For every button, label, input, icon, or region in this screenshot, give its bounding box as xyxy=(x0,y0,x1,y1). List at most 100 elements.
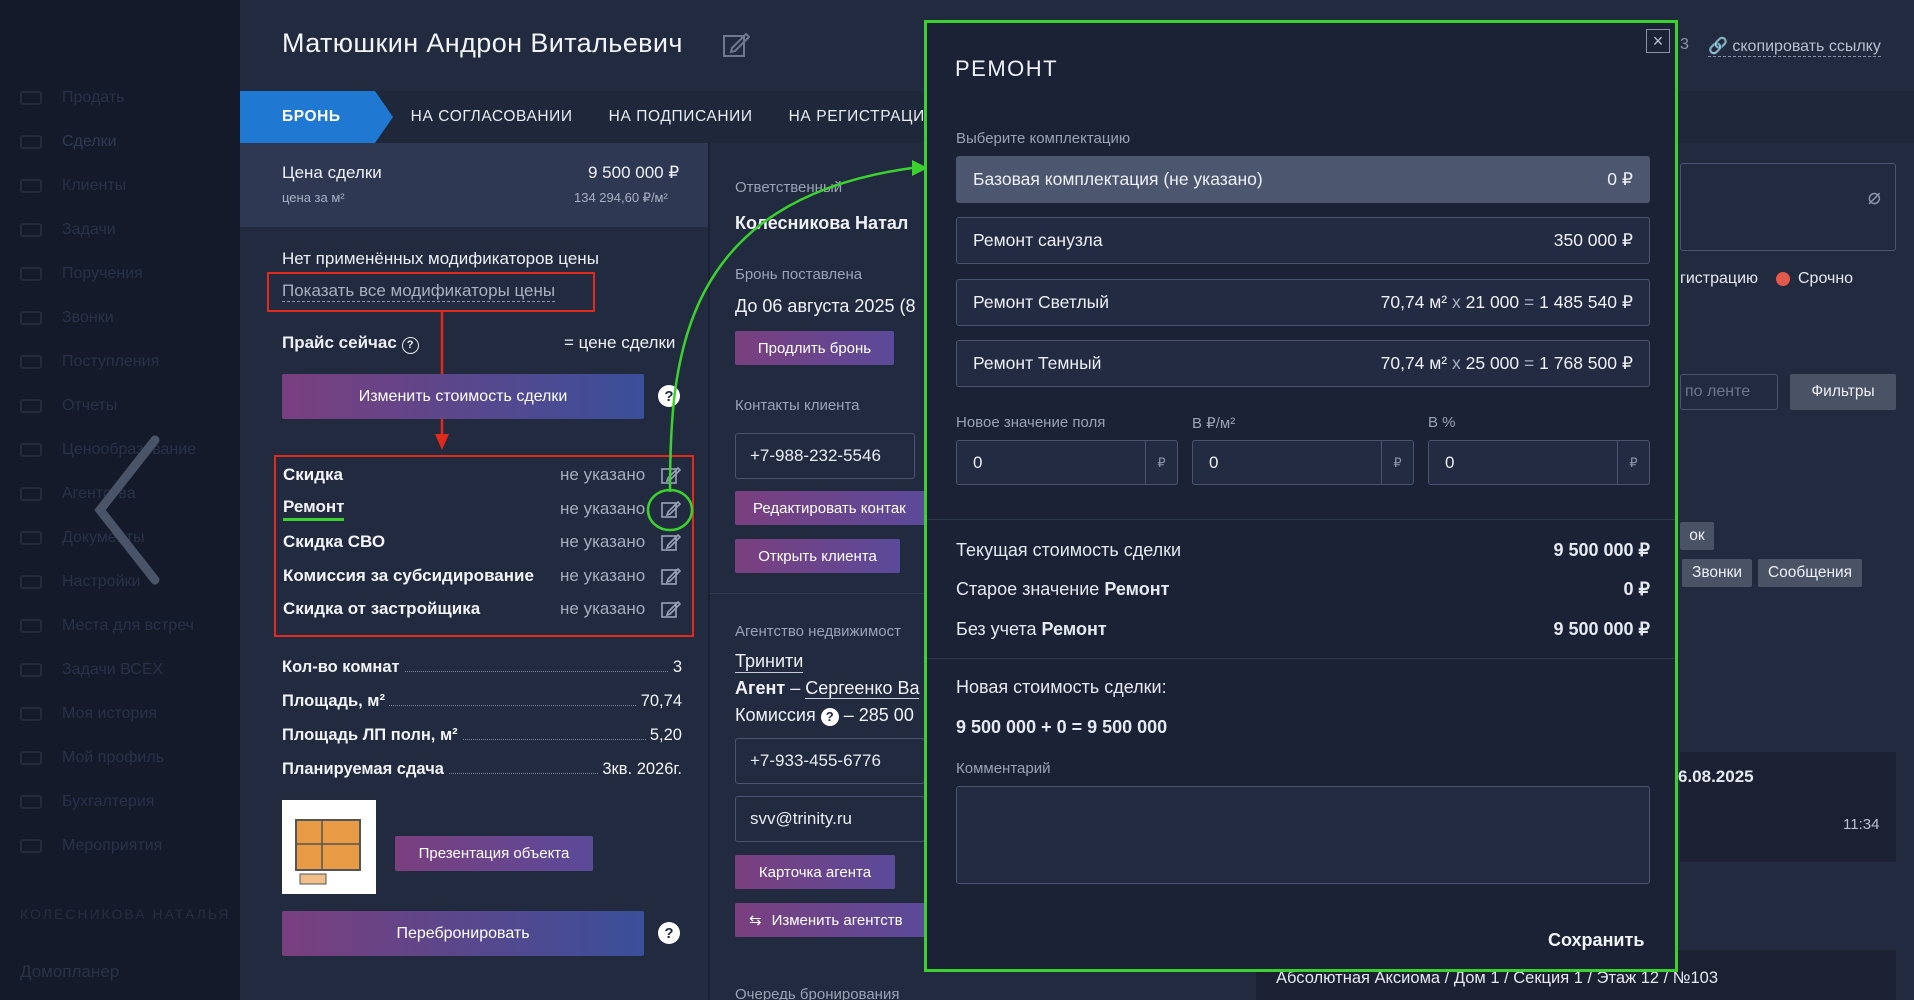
modal-title: РЕМОНТ xyxy=(955,56,1059,81)
sidebar-item[interactable]: Клиенты xyxy=(20,172,230,200)
sidebar-item[interactable]: Отчеты xyxy=(20,392,230,420)
calls-button[interactable]: Звонки xyxy=(1682,559,1752,587)
sidebar-brand: Домопланер xyxy=(20,962,120,981)
help-icon[interactable]: ? xyxy=(658,922,680,944)
agent-name[interactable]: Сергеенко Ва xyxy=(805,678,920,699)
handshake-icon: ⇆ xyxy=(749,912,762,929)
agent-card-button[interactable]: Карточка агента xyxy=(735,855,895,889)
show-all-modifiers-link[interactable]: Показать все модификаторы цены xyxy=(282,281,556,302)
sidebar-item[interactable]: Продать xyxy=(20,84,230,112)
menu-icon xyxy=(20,399,42,413)
close-icon[interactable]: × xyxy=(1646,29,1670,53)
edit-icon[interactable] xyxy=(661,566,681,586)
sidebar-item[interactable]: Моя история xyxy=(20,700,230,728)
modifier-name: Скидка СВО xyxy=(283,532,386,551)
menu-icon xyxy=(20,795,42,809)
menu-icon xyxy=(20,619,42,633)
rebook-button[interactable]: Перебронировать xyxy=(282,911,644,956)
sidebar-item[interactable]: Мероприятия xyxy=(20,832,230,860)
tab-booking[interactable]: БРОНЬ xyxy=(240,91,393,143)
menu-icon xyxy=(20,663,42,677)
percent-label: В % xyxy=(1428,414,1456,431)
sidebar-item[interactable]: Бухгалтерия xyxy=(20,788,230,816)
tag-registration[interactable]: гистрацию xyxy=(1680,270,1758,288)
change-agency-button[interactable]: ⇆ Изменить агентств xyxy=(735,903,925,937)
option-light[interactable]: Ремонт Светлый 70,74 м² x 21 000 = 1 485… xyxy=(956,279,1650,326)
pick-label: Выберите комплектацию xyxy=(956,130,1131,147)
percent-input[interactable]: 0 ₽ xyxy=(1428,440,1650,485)
new-value-input[interactable]: 0 ₽ xyxy=(956,440,1178,485)
sidebar-item[interactable]: Задачи xyxy=(20,216,230,244)
note-input[interactable]: ⌀ xyxy=(1680,163,1896,251)
sidebar-item-label: Бухгалтерия xyxy=(62,793,155,810)
agent-phone-field[interactable]: +7-933-455-6776 xyxy=(735,738,925,784)
modifier-value: не указано xyxy=(560,599,646,618)
floorplan-thumbnail[interactable] xyxy=(282,800,376,894)
edit-icon[interactable] xyxy=(722,30,750,58)
link-icon: 🔗 xyxy=(1708,38,1728,55)
urgent-dot xyxy=(1776,272,1790,286)
tab-approval[interactable]: НА СОГЛАСОВАНИИ xyxy=(393,91,591,143)
option-dark[interactable]: Ремонт Темный 70,74 м² x 25 000 = 1 768 … xyxy=(956,340,1650,387)
question-icon[interactable]: ? xyxy=(401,337,419,354)
modifier-row: Скидка СВО не указано xyxy=(283,528,683,556)
sidebar-item[interactable]: Поручения xyxy=(20,260,230,288)
option-bathroom[interactable]: Ремонт санузла 350 000 ₽ xyxy=(956,217,1650,264)
back-arrow-icon[interactable] xyxy=(90,430,180,590)
menu-icon xyxy=(20,487,42,501)
paperclip-icon[interactable]: ⌀ xyxy=(1868,184,1881,210)
messages-button[interactable]: Сообщения xyxy=(1758,559,1862,587)
spec-value: 3кв. 2026г. xyxy=(598,760,682,779)
divider xyxy=(927,519,1675,520)
filters-button[interactable]: Фильтры xyxy=(1790,374,1896,410)
modifier-name: Скидка xyxy=(283,465,343,484)
sidebar-item[interactable]: Задачи ВСЕХ xyxy=(20,656,230,684)
open-client-button[interactable]: Открыть клиента xyxy=(735,539,900,573)
floorplan-image xyxy=(295,819,361,885)
agent-email-field[interactable]: svv@trinity.ru xyxy=(735,796,925,842)
per-m2-input[interactable]: 0 ₽ xyxy=(1192,440,1414,485)
divider xyxy=(927,658,1675,659)
option-base[interactable]: Базовая комплектация (не указано) 0 ₽ xyxy=(956,156,1650,203)
sidebar-item-label: Задачи xyxy=(62,221,116,238)
modifier-row: Скидка не указано xyxy=(283,461,683,489)
question-icon[interactable]: ? xyxy=(820,708,839,726)
save-button[interactable]: Сохранить xyxy=(1548,930,1644,951)
change-price-button[interactable]: Изменить стоимость сделки xyxy=(282,374,644,419)
sidebar-item-label: Клиенты xyxy=(62,177,127,194)
sidebar-item[interactable]: Места для встреч xyxy=(20,612,230,640)
sidebar-item[interactable]: Звонки xyxy=(20,304,230,332)
tab-signing[interactable]: НА ПОДПИСАНИИ xyxy=(591,91,771,143)
spec-row: Планируемая сдача 3кв. 2026г. xyxy=(282,753,682,779)
new-value-label: Новое значение поля xyxy=(956,414,1106,431)
agency-name[interactable]: Тринити xyxy=(735,651,804,673)
menu-icon xyxy=(20,91,42,105)
sidebar-item[interactable]: Сделки xyxy=(20,128,230,156)
sidebar-item-label: Мероприятия xyxy=(62,837,163,854)
no-modifiers-text: Нет применённых модификаторов цены xyxy=(282,249,599,268)
spec-key: Кол-во комнат xyxy=(282,658,404,677)
modifier-value: не указано xyxy=(560,532,646,551)
feed-time: 11:34 xyxy=(1843,816,1880,833)
green-arrow xyxy=(646,160,928,532)
copy-link[interactable]: 🔗 скопировать ссылку xyxy=(1708,36,1881,57)
edit-icon[interactable] xyxy=(661,599,681,619)
menu-icon xyxy=(20,179,42,193)
comment-textarea[interactable] xyxy=(956,786,1650,884)
sidebar-item[interactable]: Мой профиль xyxy=(20,744,230,772)
modifier-row: Комиссия за субсидирование не указано xyxy=(283,562,683,590)
modifier-value: не указано xyxy=(560,565,646,585)
menu-icon xyxy=(20,223,42,237)
sidebar-item-label: Отчеты xyxy=(62,397,118,414)
tag-urgent[interactable]: Срочно xyxy=(1798,270,1853,288)
price-now-label: Прайс сейчас ? xyxy=(282,333,419,354)
feed-search-input[interactable]: по ленте xyxy=(1680,374,1778,410)
agency-label: Агентство недвижимост xyxy=(735,623,901,640)
menu-icon xyxy=(20,355,42,369)
modifier-value: не указано xyxy=(560,465,646,484)
tag-ok[interactable]: ок xyxy=(1680,522,1714,550)
presentation-button[interactable]: Презентация объекта xyxy=(395,836,593,871)
modifier-row: Ремонт не указано xyxy=(283,495,683,523)
sidebar-item[interactable]: Поступления xyxy=(20,348,230,376)
sidebar-item-label: Места для встреч xyxy=(62,617,194,634)
